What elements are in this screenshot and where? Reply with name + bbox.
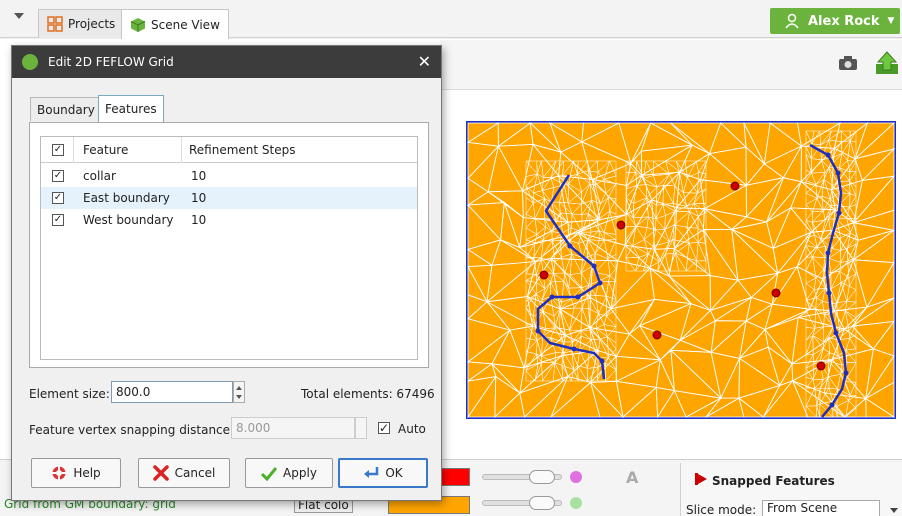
vertex xyxy=(836,210,842,216)
tab-scene-view[interactable]: Scene View xyxy=(121,9,229,39)
refinement-steps-value[interactable]: 10 xyxy=(191,191,206,205)
vertex xyxy=(835,170,841,176)
total-elements-label: Total elements: 67496 xyxy=(301,387,435,401)
ok-button[interactable]: OK xyxy=(338,458,428,488)
snapping-distance-spinner[interactable] xyxy=(355,417,367,439)
enter-arrow-icon xyxy=(364,467,379,478)
header-feature[interactable]: Feature xyxy=(83,143,128,157)
help-lifebuoy-icon xyxy=(52,466,66,480)
vertex xyxy=(826,290,832,296)
tab-boundary[interactable]: Boundary xyxy=(30,97,102,121)
tab-list-dropdown-icon[interactable] xyxy=(14,13,24,19)
apply-label: Apply xyxy=(283,466,317,480)
tab-projects-label: Projects xyxy=(68,17,116,31)
projects-grid-icon xyxy=(47,16,63,32)
auto-label: Auto xyxy=(398,422,426,436)
select-all-checkbox[interactable]: ✓ xyxy=(52,144,64,156)
dialog-title: Edit 2D FEFLOW Grid xyxy=(48,55,174,69)
collar-point xyxy=(771,288,781,298)
snapping-distance-input[interactable]: 8.000 xyxy=(231,417,355,439)
collar-point xyxy=(816,361,826,371)
feflow-grid-mesh[interactable] xyxy=(466,121,896,419)
element-size-label: Element size: xyxy=(29,387,110,401)
header-refinement-steps[interactable]: Refinement Steps xyxy=(189,143,296,157)
apply-button[interactable]: Apply xyxy=(245,458,333,488)
close-icon[interactable]: ✕ xyxy=(418,52,431,71)
mesh-background xyxy=(466,121,896,419)
table-row[interactable]: ✓ West boundary 10 xyxy=(41,209,417,231)
features-table: ✓ Feature Refinement Steps ✓ collar 10 ✓… xyxy=(40,136,418,360)
collar-point xyxy=(616,220,626,230)
slider-knob[interactable] xyxy=(529,496,555,510)
vertex xyxy=(567,243,573,249)
refinement-steps-value[interactable]: 10 xyxy=(191,169,206,183)
opacity-slider[interactable] xyxy=(482,470,562,484)
table-header: ✓ Feature Refinement Steps xyxy=(41,137,417,163)
vertex xyxy=(833,330,839,336)
help-label: Help xyxy=(73,466,101,480)
camera-icon[interactable] xyxy=(838,55,858,71)
feature-name: East boundary xyxy=(83,191,170,205)
refinement-steps-value[interactable]: 10 xyxy=(191,213,206,227)
opacity-slider[interactable] xyxy=(482,496,562,510)
vertex xyxy=(549,294,555,300)
slice-mode-label: Slice mode: xyxy=(686,503,757,516)
vertex xyxy=(575,294,581,300)
element-size-input[interactable]: 800.0 xyxy=(111,381,233,403)
cube-icon xyxy=(130,17,146,32)
app-logo-icon xyxy=(22,54,38,70)
vertex xyxy=(843,370,849,376)
help-button[interactable]: Help xyxy=(31,458,121,488)
vertex xyxy=(597,280,603,286)
snapped-features-title: Snapped Features xyxy=(712,474,835,488)
slice-mode-select[interactable]: From Scene xyxy=(762,500,880,516)
snapping-distance-label: Feature vertex snapping distance: xyxy=(29,423,235,437)
user-icon xyxy=(785,13,799,29)
feature-name: collar xyxy=(83,169,116,183)
auto-checkbox[interactable]: ✓ xyxy=(378,422,390,434)
tab-features[interactable]: Features xyxy=(98,95,164,122)
collar-point xyxy=(652,330,662,340)
feature-name: West boundary xyxy=(83,213,174,227)
user-name: Alex Rock xyxy=(808,13,880,29)
edit-feflow-grid-dialog: Edit 2D FEFLOW Grid ✕ Boundary Features … xyxy=(11,45,442,501)
row-checkbox[interactable]: ✓ xyxy=(52,170,64,182)
tab-bar: Projects Scene View Alex Rock ▼ xyxy=(0,0,902,39)
row-checkbox[interactable]: ✓ xyxy=(52,192,64,204)
tab-scene-label: Scene View xyxy=(151,17,220,32)
user-menu-button[interactable]: Alex Rock ▼ xyxy=(770,8,900,34)
table-row[interactable]: ✓ collar 10 xyxy=(41,165,417,187)
vertex xyxy=(829,402,835,408)
lighting-icon[interactable] xyxy=(570,471,582,483)
vertex xyxy=(599,358,605,364)
collar-point xyxy=(539,270,549,280)
table-row[interactable]: ✓ East boundary 10 xyxy=(41,187,417,209)
snapped-features-icon xyxy=(695,473,707,485)
slider-knob[interactable] xyxy=(529,470,555,484)
vertex xyxy=(535,328,541,334)
dialog-title-bar[interactable]: Edit 2D FEFLOW Grid ✕ xyxy=(12,46,441,78)
checkmark-icon xyxy=(261,467,278,481)
collar-point xyxy=(730,181,740,191)
chevron-down-icon[interactable] xyxy=(890,508,898,513)
visibility-icon[interactable] xyxy=(570,497,582,509)
vertex xyxy=(825,152,831,158)
cancel-x-icon xyxy=(152,465,169,481)
vertex xyxy=(825,250,831,256)
tab-projects[interactable]: Projects xyxy=(38,9,125,38)
cancel-button[interactable]: Cancel xyxy=(138,458,230,488)
label-text-icon[interactable]: A xyxy=(626,468,638,487)
vertex xyxy=(571,346,577,352)
chevron-down-icon: ▼ xyxy=(887,16,895,26)
vertex xyxy=(591,263,597,269)
upload-icon[interactable] xyxy=(874,50,900,76)
ok-label: OK xyxy=(385,466,403,480)
scene-toolbar xyxy=(440,40,902,90)
row-checkbox[interactable]: ✓ xyxy=(52,214,64,226)
element-size-spinner[interactable] xyxy=(233,381,245,403)
cancel-label: Cancel xyxy=(174,466,216,480)
